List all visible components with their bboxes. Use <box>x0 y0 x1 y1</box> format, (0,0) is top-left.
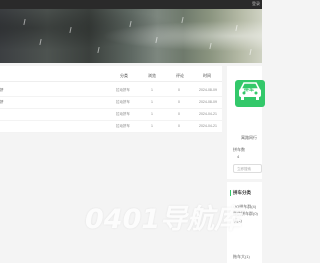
rain-streak <box>23 18 26 26</box>
login-link[interactable]: 登录 <box>252 1 260 7</box>
post-title-link[interactable]: 拼 <box>0 88 4 93</box>
watermark-text: 0401导航库 <box>85 204 242 235</box>
badge-text: 拼车 <box>244 87 255 93</box>
site-label: 寓路网行 <box>241 135 257 140</box>
post-views: 1 <box>151 88 153 92</box>
column-header-views: 浏览 <box>148 73 156 78</box>
category-link[interactable]: 拖车大(1) <box>233 254 250 260</box>
post-views: 1 <box>151 124 153 128</box>
post-category[interactable]: 拉动拼车 <box>116 100 130 105</box>
post-views: 1 <box>151 100 153 104</box>
stat-label: 拼车数 <box>233 147 245 152</box>
rain-streak <box>97 46 100 54</box>
car-icon <box>239 82 261 100</box>
post-time: 2024-04-21 <box>199 124 217 128</box>
column-header-time: 时间 <box>203 73 211 78</box>
post-comments: 0 <box>178 124 180 128</box>
site-info-card: 拼车 寓路网行 拼车数 4 立即搜索 <box>227 66 265 179</box>
hero-banner <box>0 9 262 63</box>
post-list-panel: 分类 浏览 评论 时间 拼 拉动拼车 1 0 2024-08-09 拼 拉动拼车… <box>0 66 222 133</box>
rain-streak <box>181 16 184 24</box>
table-row[interactable]: 拉动拼车 1 0 2024-04-21 <box>0 120 222 133</box>
table-header: 分类 浏览 评论 时间 <box>0 70 222 82</box>
rain-streak <box>155 36 158 44</box>
car-logo-badge: 拼车 <box>235 80 265 107</box>
top-bar: 登录 <box>0 0 262 9</box>
post-category[interactable]: 拉动拼车 <box>116 112 130 117</box>
post-comments: 0 <box>178 112 180 116</box>
rain-streak <box>209 42 212 50</box>
column-header-category: 分类 <box>120 73 128 78</box>
post-comments: 0 <box>178 88 180 92</box>
category-heading: 拼车分类 <box>233 190 251 195</box>
post-category[interactable]: 拉动拼车 <box>116 88 130 93</box>
post-title-link[interactable]: 拼 <box>0 100 4 105</box>
rain-streak <box>69 26 72 34</box>
heading-accent <box>230 190 231 196</box>
post-category[interactable]: 拉动拼车 <box>116 124 130 129</box>
column-header-comments: 评论 <box>176 73 184 78</box>
post-views: 1 <box>151 112 153 116</box>
sidebar-search-input[interactable]: 立即搜索 <box>233 164 262 173</box>
post-time: 2024-08-09 <box>199 88 217 92</box>
post-time: 2024-04-21 <box>199 112 217 116</box>
rain-streak <box>235 24 238 32</box>
rain-streak <box>129 20 132 28</box>
post-time: 2024-08-09 <box>199 100 217 104</box>
post-comments: 0 <box>178 100 180 104</box>
stat-value: 4 <box>237 154 240 159</box>
rain-streak <box>249 48 252 56</box>
rain-streak <box>39 38 42 46</box>
